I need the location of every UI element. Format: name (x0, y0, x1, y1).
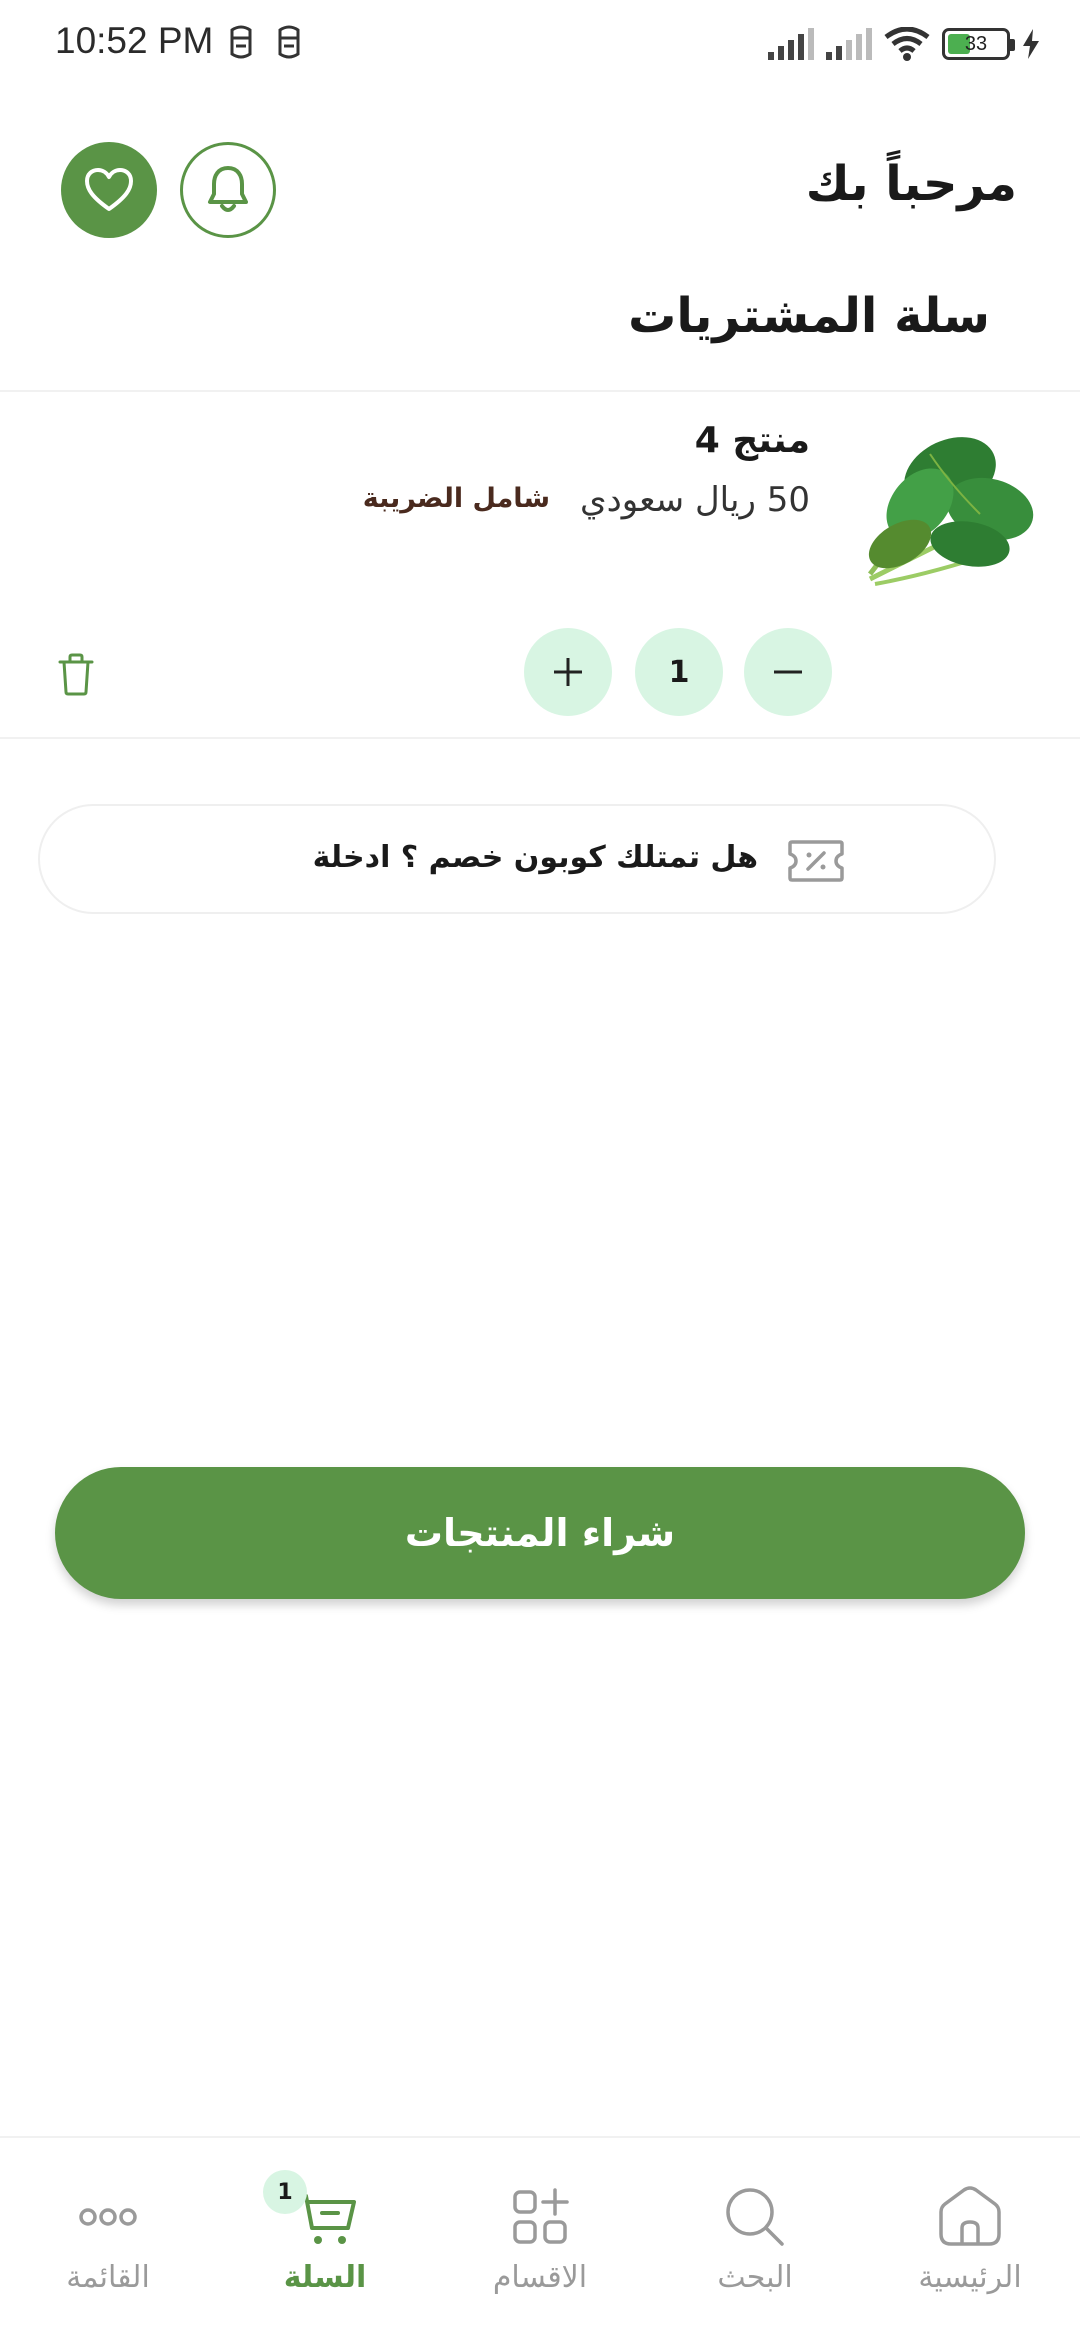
coupon-prompt: هل تمتلك كوبون خصم ؟ ادخلة (312, 840, 758, 875)
nav-item-home[interactable]: الرئيسية (890, 2182, 1050, 2312)
product-price: 50 ريال سعودي (579, 480, 810, 520)
product-image[interactable] (840, 414, 1040, 594)
decrease-quantity-button[interactable] (744, 628, 832, 716)
notification-glyph-icon (278, 25, 300, 59)
discount-ticket-icon (788, 840, 844, 882)
status-bar: 10:52 PM 33 (0, 0, 1080, 86)
nav-label: البحث (717, 2260, 793, 2295)
status-time: 10:52 PM (55, 20, 214, 61)
heart-icon (85, 168, 133, 211)
categories-icon (513, 2188, 569, 2244)
notifications-button[interactable] (180, 142, 276, 238)
nav-item-cart[interactable]: 1 السلة (245, 2170, 405, 2312)
search-icon (726, 2188, 784, 2246)
wifi-icon (884, 27, 930, 61)
battery-level: 33 (964, 32, 988, 55)
charging-icon (1023, 29, 1039, 59)
trash-icon[interactable] (56, 652, 96, 696)
notification-glyph-icon (230, 25, 252, 59)
nav-label: الاقسام (492, 2260, 588, 2295)
bell-icon (208, 166, 248, 212)
greeting-title: مرحباً بك (805, 156, 1017, 212)
nav-label: السلة (283, 2260, 367, 2295)
home-icon (939, 2186, 1001, 2246)
product-name: منتج 4 (694, 420, 810, 461)
page-title: سلة المشتريات (628, 288, 990, 344)
nav-item-search[interactable]: البحث (675, 2182, 835, 2312)
battery-icon: 33 (942, 28, 1015, 60)
favorites-button[interactable] (61, 142, 157, 238)
signal-icon (768, 28, 814, 60)
cart-count-badge: 1 (263, 2170, 307, 2214)
signal-icon (826, 28, 872, 60)
quantity-value: 1 (635, 628, 723, 716)
divider (0, 390, 1080, 392)
nav-label: القائمة (66, 2260, 150, 2295)
nav-item-categories[interactable]: الاقسام (460, 2182, 620, 2312)
divider (0, 737, 1080, 739)
nav-label: الرئيسية (918, 2260, 1022, 2295)
bottom-navigation: القائمة 1 السلة الاقسام البحث الرئيسية (0, 2136, 1080, 2340)
more-icon (79, 2208, 137, 2226)
plus-icon (554, 658, 582, 686)
increase-quantity-button[interactable] (524, 628, 612, 716)
coupon-input-button[interactable]: هل تمتلك كوبون خصم ؟ ادخلة (38, 804, 996, 914)
status-indicators: 33 (768, 24, 1040, 64)
tax-label: شامل الضريبة (362, 483, 550, 514)
header: مرحباً بك (0, 138, 1080, 238)
nav-item-menu[interactable]: القائمة (28, 2182, 188, 2312)
minus-icon (774, 670, 802, 674)
checkout-button[interactable]: شراء المنتجات (55, 1467, 1025, 1599)
